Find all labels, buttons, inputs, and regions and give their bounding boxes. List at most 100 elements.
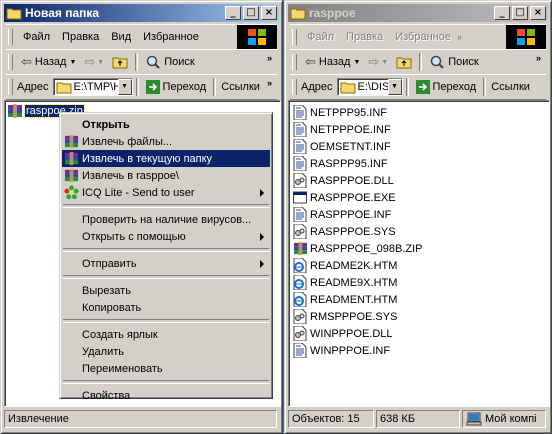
chevron-icon[interactable]: » xyxy=(267,53,272,63)
menu-separator xyxy=(63,319,269,323)
links-button[interactable]: Ссылки xyxy=(219,81,262,93)
file-item[interactable]: READMENT.HTM xyxy=(289,291,549,308)
context-menu-item-label: Извлечь в rasppoe\ xyxy=(82,169,179,182)
left-title-bar[interactable]: Новая папка _ □ × xyxy=(4,4,279,22)
file-item[interactable]: RASPPPOE.DLL xyxy=(289,172,549,189)
menu-file[interactable]: Файл xyxy=(17,31,56,43)
winrar-icon xyxy=(64,134,79,149)
toolbar-grip[interactable] xyxy=(292,79,297,95)
file-name: WINPPPOE.DLL xyxy=(310,327,393,340)
toolbar-grip[interactable] xyxy=(292,54,297,70)
forward-button[interactable]: ⇨ ▼ xyxy=(364,52,392,72)
back-label: Назад xyxy=(34,56,67,68)
context-menu-item[interactable]: Удалить xyxy=(62,343,270,360)
menu-edit[interactable]: Правка xyxy=(56,31,105,43)
back-button[interactable]: ⇦ Назад ▼ xyxy=(301,52,364,72)
file-name: RASPPPOE_098B.ZIP xyxy=(310,242,423,255)
menu-separator xyxy=(63,275,269,279)
chevron-icon[interactable]: » xyxy=(536,53,541,63)
window-title: Новая папка xyxy=(25,6,100,20)
back-button[interactable]: ⇦ Назад ▼ xyxy=(17,52,80,72)
go-button[interactable]: Переход xyxy=(142,77,211,97)
search-button[interactable]: Поиск xyxy=(425,52,482,72)
menu-edit[interactable]: Правка xyxy=(340,31,389,43)
ie-document-icon xyxy=(293,274,307,291)
dll-file-icon xyxy=(293,325,307,342)
context-menu-item-label: Извлечь в текущую папку xyxy=(82,152,213,165)
go-button[interactable]: Переход xyxy=(412,77,481,97)
back-arrow-icon: ⇦ xyxy=(305,54,316,69)
context-menu-item[interactable]: Извлечь файлы... xyxy=(62,133,270,150)
menu-favorites[interactable]: Избранное xyxy=(389,31,457,43)
file-list: NETPPP95.INF NETPPPOE.INF OEMSETNT.INF RASP… xyxy=(289,104,549,359)
file-item[interactable]: README9X.HTM xyxy=(289,274,549,291)
right-standard-toolbar: ⇦ Назад ▼ ⇨ ▼ Поиск » xyxy=(290,49,546,75)
context-menu-item[interactable]: Проверить на наличие вирусов... xyxy=(62,211,270,228)
address-dropdown-button[interactable]: ▼ xyxy=(117,79,132,95)
file-item[interactable]: RASPPPOE.EXE xyxy=(289,189,549,206)
toolbar-grip[interactable] xyxy=(8,54,13,70)
file-item[interactable]: NETPPPOE.INF xyxy=(289,121,549,138)
file-item[interactable]: RMSPPPOE.SYS xyxy=(289,308,549,325)
maximize-button[interactable]: □ xyxy=(243,6,259,20)
maximize-button[interactable]: □ xyxy=(512,6,528,20)
go-arrow-icon xyxy=(415,80,430,94)
dropdown-arrow-icon: ▼ xyxy=(381,58,389,66)
minimize-button[interactable]: _ xyxy=(225,6,241,20)
minimize-button[interactable]: _ xyxy=(494,6,510,20)
address-input[interactable]: E:\DIS ▼ xyxy=(336,78,403,96)
context-menu-item[interactable]: Вырезать xyxy=(62,282,270,299)
status-location-label: Мой компі xyxy=(485,413,537,425)
left-status-bar: Извлечение xyxy=(4,410,279,428)
context-menu-item[interactable]: Копировать xyxy=(62,299,270,316)
right-file-list[interactable]: NETPPP95.INF NETPPPOE.INF OEMSETNT.INF RASP… xyxy=(288,100,550,407)
search-button[interactable]: Поиск xyxy=(141,52,198,72)
chevron-icon[interactable]: » xyxy=(457,32,462,42)
winrar-icon xyxy=(64,168,79,183)
context-menu-item-label: Отправить xyxy=(82,257,137,270)
up-folder-button[interactable] xyxy=(392,52,416,72)
context-menu-item[interactable]: Открыть xyxy=(62,116,270,133)
close-button[interactable]: × xyxy=(261,6,277,20)
context-menu-item[interactable]: ICQ Lite - Send to user xyxy=(62,184,270,201)
menu-favorites[interactable]: Избранное xyxy=(137,31,205,43)
context-menu-item[interactable]: Открыть с помощью xyxy=(62,228,270,245)
up-folder-button[interactable] xyxy=(108,52,132,72)
context-menu-item-label: Создать ярлык xyxy=(82,328,158,341)
right-title-bar[interactable]: rasppoe _ □ × xyxy=(288,4,548,22)
context-menu-item[interactable]: Свойства xyxy=(62,387,270,404)
toolbar-grip[interactable] xyxy=(8,79,13,95)
menu-separator xyxy=(63,380,269,384)
address-dropdown-button[interactable]: ▼ xyxy=(387,79,402,95)
context-menu-item[interactable]: Переименовать xyxy=(62,360,270,377)
file-item[interactable]: NETPPP95.INF xyxy=(289,104,549,121)
chevron-icon[interactable]: » xyxy=(267,78,272,88)
context-menu-item[interactable]: Создать ярлык xyxy=(62,326,270,343)
file-item[interactable]: README2K.HTM xyxy=(289,257,549,274)
file-item[interactable]: OEMSETNT.INF xyxy=(289,138,549,155)
file-item[interactable]: WINPPPOE.DLL xyxy=(289,325,549,342)
address-input[interactable]: E:\TMP\H ▼ xyxy=(52,78,133,96)
inf-file-icon xyxy=(293,138,307,155)
close-button[interactable]: × xyxy=(530,6,546,20)
file-item[interactable]: RASPPPOE_098B.ZIP xyxy=(289,240,549,257)
toolbar-separator xyxy=(135,78,139,96)
menu-view[interactable]: Вид xyxy=(105,31,137,43)
toolbar-grip[interactable] xyxy=(8,29,13,45)
context-menu-item[interactable]: Отправить xyxy=(62,255,270,272)
status-size: 638 КБ xyxy=(376,410,460,428)
file-item[interactable]: WINPPPOE.INF xyxy=(289,342,549,359)
address-value: E:\DIS xyxy=(357,81,390,93)
context-menu-item[interactable]: Извлечь в текущую папку xyxy=(62,150,270,167)
toolbar-grip[interactable] xyxy=(292,29,297,45)
submenu-arrow-icon xyxy=(260,189,264,197)
context-menu-item-label: Вырезать xyxy=(82,284,131,297)
file-item[interactable]: RASPPP95.INF xyxy=(289,155,549,172)
links-button[interactable]: Ссылки xyxy=(489,81,532,93)
file-item[interactable]: RASPPPOE.SYS xyxy=(289,223,549,240)
menu-file[interactable]: Файл xyxy=(301,31,340,43)
forward-button[interactable]: ⇨ ▼ xyxy=(80,52,108,72)
file-name: RASPPPOE.SYS xyxy=(310,225,396,238)
context-menu-item[interactable]: Извлечь в rasppoe\ xyxy=(62,167,270,184)
file-item[interactable]: RASPPPOE.INF xyxy=(289,206,549,223)
